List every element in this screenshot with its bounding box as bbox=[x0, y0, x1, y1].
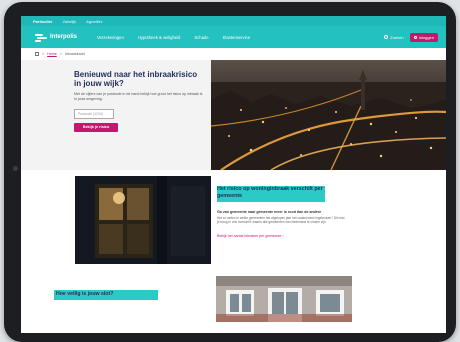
city-night-photo bbox=[211, 60, 446, 170]
risk-title: Het risico op woninginbraak verschilt pe… bbox=[217, 186, 323, 199]
hero-section: Benieuwd naar het inbraakrisico in jouw … bbox=[21, 60, 446, 170]
window-night-photo bbox=[75, 176, 211, 264]
logo-text: Interpolis bbox=[50, 34, 78, 40]
chevron-right-icon: › bbox=[282, 234, 284, 238]
nav-verzekeringen[interactable]: Verzekeringen bbox=[97, 35, 124, 40]
search-label: Zoeken bbox=[390, 34, 404, 40]
search-button[interactable]: Zoeken bbox=[384, 34, 404, 40]
breadcrumb: > Home > Inbraakkaart bbox=[21, 48, 446, 60]
window-illustration bbox=[75, 176, 211, 264]
house-illustration bbox=[216, 276, 352, 322]
municipality-link-label: Bekijk het aantal inbraken per gemeente bbox=[217, 234, 282, 238]
nav-hypotheek-veiligheid[interactable]: Hypotheek & veiligheid bbox=[138, 35, 181, 40]
nav-klantenservice[interactable]: Klantenservice bbox=[223, 35, 250, 40]
house-photo bbox=[216, 276, 352, 322]
home-icon[interactable] bbox=[35, 52, 39, 56]
risk-section: Het risico op woninginbraak verschilt pe… bbox=[21, 170, 446, 288]
risk-text: Het zo weten in welke gemeenten het afge… bbox=[217, 216, 345, 225]
logo-mark-icon bbox=[35, 33, 47, 42]
check-risk-button[interactable]: Bekijk je risico bbox=[74, 123, 118, 133]
utility-nav: Particulier Zakelijk Agrariërs bbox=[21, 16, 446, 26]
hero-content: Benieuwd naar het inbraakrisico in jouw … bbox=[21, 60, 211, 170]
breadcrumb-current: Inbraakkaart bbox=[64, 52, 85, 56]
risk-subtitle: Ga van gemeente naar gemeente meer in ro… bbox=[217, 210, 322, 214]
search-icon bbox=[384, 35, 389, 39]
utility-nav-zakelijk[interactable]: Zakelijk bbox=[63, 19, 77, 24]
nav-schade[interactable]: Schade bbox=[194, 35, 208, 40]
municipality-link[interactable]: Bekijk het aantal inbraken per gemeente … bbox=[217, 234, 284, 238]
logo[interactable]: Interpolis bbox=[35, 33, 93, 42]
hero-text: Met de cijfers van je postcode in de han… bbox=[74, 92, 203, 101]
postcode-input[interactable]: Postcode (1234) bbox=[74, 109, 114, 120]
camera-icon bbox=[13, 166, 18, 171]
main-nav: Interpolis Verzekeringen Hypotheek & vei… bbox=[21, 26, 446, 48]
login-label: Inloggen bbox=[418, 34, 434, 40]
utility-nav-agrariers[interactable]: Agrariërs bbox=[86, 19, 102, 24]
city-night-illustration bbox=[211, 60, 446, 170]
lock-safety-title-highlight: Hoe veilig is jouw slot? bbox=[54, 290, 158, 300]
breadcrumb-home[interactable]: Home bbox=[47, 52, 57, 56]
hero-title: Benieuwd naar het inbraakrisico in jouw … bbox=[74, 70, 198, 88]
login-button[interactable]: Inloggen bbox=[409, 32, 438, 42]
lock-safety-title: Hoe veilig is jouw slot? bbox=[56, 291, 114, 297]
user-icon bbox=[413, 35, 417, 39]
utility-nav-particulier[interactable]: Particulier bbox=[33, 19, 53, 24]
